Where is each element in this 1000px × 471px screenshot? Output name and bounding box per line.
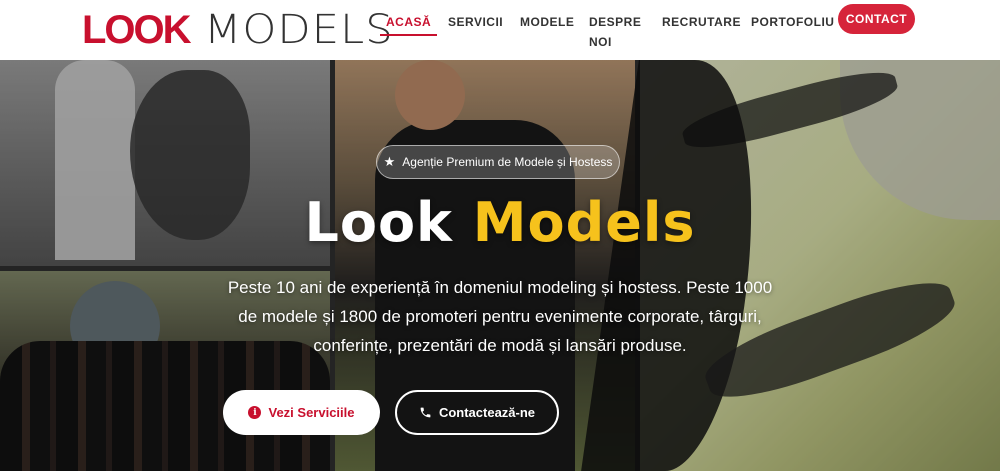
hero-title: Look Models xyxy=(0,191,1000,254)
nav-item-portofoliu[interactable]: PORTOFOLIU xyxy=(751,12,834,32)
services-button-label: Vezi Serviciile xyxy=(268,405,355,420)
nav-item-acasa[interactable]: ACASĂ xyxy=(379,12,438,36)
phone-icon xyxy=(419,406,432,419)
star-icon: ★ xyxy=(383,154,396,169)
contact-us-button[interactable]: Contactează-ne xyxy=(395,390,559,435)
hero-badge: ★ Agenție Premium de Modele și Hostess xyxy=(376,145,620,179)
logo-models-text: MODELS xyxy=(203,7,394,53)
hero-title-part1: Look xyxy=(304,191,453,254)
hero-description: Peste 10 ani de experiență în domeniul m… xyxy=(227,278,773,355)
hero-badge-text: Agenție Premium de Modele și Hostess xyxy=(402,155,613,169)
site-header: LOOK MODELS ACASĂ SERVICII MODELE DESPRE… xyxy=(0,0,1000,60)
hero-section: ★ Agenție Premium de Modele și Hostess L… xyxy=(0,60,1000,471)
contact-us-button-label: Contactează-ne xyxy=(438,405,536,420)
nav-item-recrutare[interactable]: RECRUTARE xyxy=(662,12,741,32)
logo-look-text: LOOK xyxy=(82,7,192,52)
nav-item-despre-noi[interactable]: DESPRE NOI xyxy=(589,12,641,52)
info-icon: i xyxy=(248,406,262,419)
site-logo[interactable]: LOOK MODELS xyxy=(82,7,392,53)
nav-item-modele[interactable]: MODELE xyxy=(520,12,574,32)
hero-title-part2: Models xyxy=(472,191,696,254)
nav-item-servicii[interactable]: SERVICII xyxy=(448,12,503,32)
contact-button[interactable]: CONTACT xyxy=(838,4,915,34)
services-button[interactable]: i Vezi Serviciile xyxy=(223,390,380,435)
